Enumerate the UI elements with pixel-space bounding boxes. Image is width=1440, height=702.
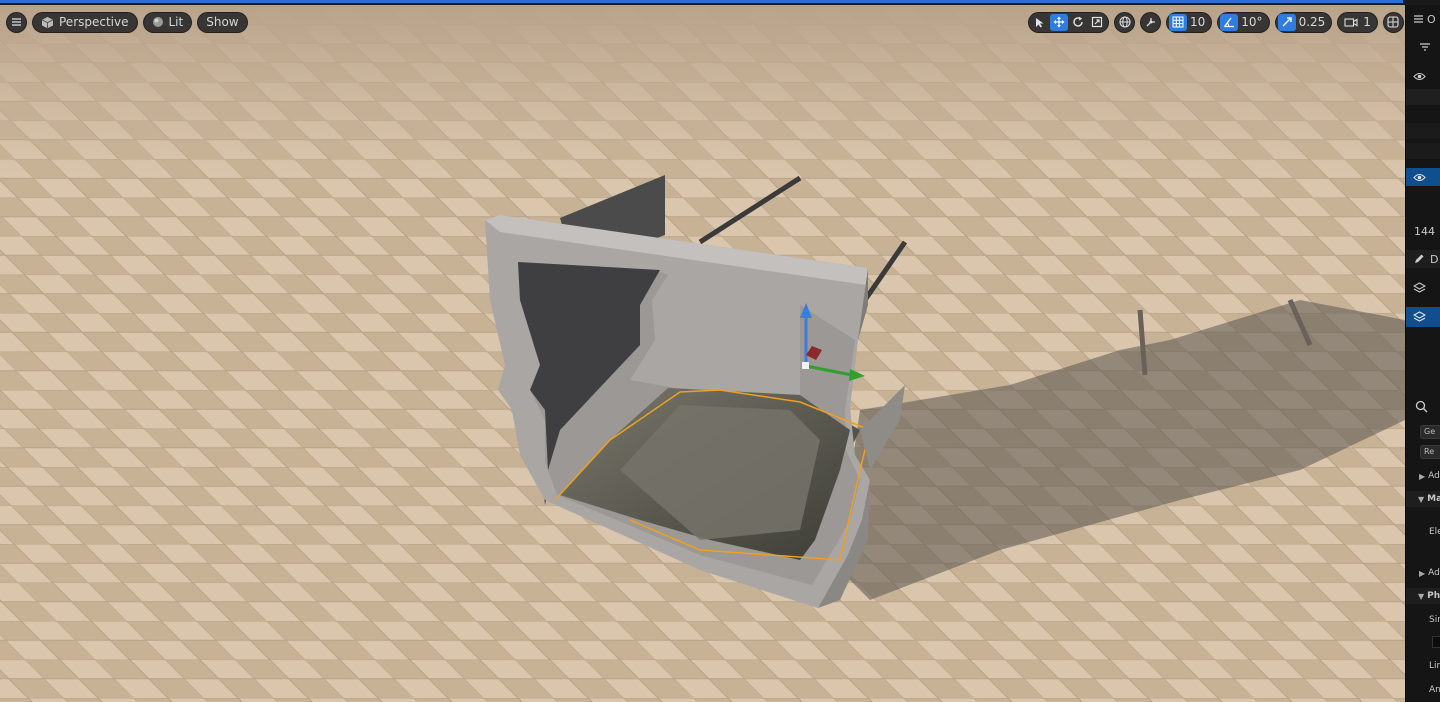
pencil-icon	[1413, 253, 1425, 265]
rotation-snap-group: 10°	[1217, 11, 1270, 33]
outliner-row[interactable]	[1406, 143, 1440, 159]
view-mode-button[interactable]: Perspective	[32, 11, 138, 33]
maximize-icon	[1387, 16, 1399, 28]
world-icon	[1118, 16, 1131, 28]
details-search-row[interactable]	[1406, 397, 1440, 415]
show-button[interactable]: Show	[197, 11, 248, 33]
camera-speed-button[interactable]: 1	[1337, 11, 1378, 33]
scale-icon	[1091, 16, 1103, 28]
angle-icon	[1223, 16, 1235, 28]
layers-icon	[1413, 282, 1426, 294]
view-mode-label: Perspective	[59, 15, 129, 29]
expand-arrow-icon: ▶	[1419, 568, 1426, 578]
category-label: Ph	[1427, 591, 1440, 601]
select-arrow-icon	[1035, 17, 1045, 28]
details-property-row: An	[1406, 682, 1440, 698]
surface-snap-icon	[1145, 16, 1157, 28]
details-property-row: Ele	[1406, 524, 1440, 540]
coordinate-space-button[interactable]	[1114, 11, 1135, 33]
outliner-row-selected[interactable]	[1406, 168, 1440, 186]
expand-arrow-icon: ▶	[1419, 471, 1426, 481]
details-header: D	[1406, 250, 1440, 268]
lighting-mode-button[interactable]: Lit	[142, 11, 193, 33]
maximize-viewport-button[interactable]	[1382, 11, 1404, 33]
details-category-row[interactable]: ▶ Ad	[1406, 565, 1440, 581]
lighting-mode-label: Lit	[168, 15, 184, 29]
search-icon	[1415, 400, 1428, 413]
sphere-icon	[152, 16, 164, 28]
hamburger-menu-icon	[11, 17, 22, 27]
translate-mode-button[interactable]	[1050, 13, 1068, 31]
outliner-tab-label[interactable]: O	[1427, 13, 1436, 26]
rotate-mode-button[interactable]	[1069, 14, 1087, 31]
category-label: Ma	[1427, 494, 1440, 504]
rotation-snap-toggle[interactable]	[1220, 13, 1239, 31]
scale-snap-toggle[interactable]	[1277, 13, 1296, 31]
eye-icon	[1413, 72, 1426, 81]
component-row[interactable]	[1406, 279, 1440, 297]
property-label: An	[1429, 685, 1440, 695]
grid-snap-group: 10	[1166, 11, 1213, 33]
viewport-left-toolbar: Perspective Lit Show	[6, 11, 248, 33]
outliner-column-header	[1406, 67, 1440, 85]
transform-mode-group	[1028, 11, 1109, 33]
outliner-row[interactable]	[1406, 123, 1440, 139]
translate-icon	[1053, 16, 1065, 28]
grid-snap-toggle[interactable]	[1169, 13, 1187, 31]
collapse-arrow-icon: ▼	[1418, 494, 1425, 504]
viewport-menu-button[interactable]	[6, 11, 27, 33]
outliner-header: O	[1406, 11, 1440, 27]
details-category-row[interactable]: ▼ Ph	[1406, 588, 1440, 604]
outliner-list-icon	[1413, 14, 1424, 24]
grid-icon	[1172, 16, 1184, 28]
rotate-icon	[1072, 16, 1084, 28]
viewport-scene[interactable]	[0, 5, 1405, 702]
eye-icon[interactable]	[1413, 173, 1426, 182]
select-mode-button[interactable]	[1031, 14, 1049, 31]
details-category-row[interactable]: ▼ Ma	[1406, 491, 1440, 507]
scale-snap-group: 0.25	[1274, 11, 1333, 33]
collapse-arrow-icon: ▼	[1418, 591, 1425, 601]
viewport-right-toolbar: 10 10° 0.25 1	[1028, 11, 1404, 33]
category-label: Ad	[1428, 568, 1440, 578]
general-filter-button[interactable]: Ge	[1420, 425, 1440, 439]
layers-icon	[1413, 311, 1426, 323]
actor-count-text: 144	[1414, 224, 1435, 238]
outliner-row[interactable]	[1406, 89, 1440, 105]
outliner-filter-row[interactable]	[1406, 39, 1440, 55]
property-checkbox[interactable]	[1432, 636, 1440, 648]
scale-snap-value[interactable]: 0.25	[1297, 15, 1330, 29]
property-label: Ele	[1429, 527, 1440, 537]
details-property-row: Lin	[1406, 658, 1440, 674]
right-side-panel: O 144 D Ge Re ▶ Ad ▼ Ma Ele ▶ Ad ▼	[1405, 5, 1440, 702]
show-label: Show	[206, 15, 239, 29]
rotation-snap-value[interactable]: 10°	[1239, 15, 1266, 29]
component-row-selected[interactable]	[1406, 307, 1440, 327]
actor-count-row: 144	[1406, 223, 1440, 239]
details-category-row[interactable]: ▶ Ad	[1406, 468, 1440, 484]
cube-icon	[41, 16, 54, 29]
camera-speed-value: 1	[1363, 15, 1371, 29]
scale-mode-button[interactable]	[1088, 14, 1106, 31]
scale-snap-icon	[1281, 16, 1293, 28]
property-label: Lin	[1429, 661, 1440, 671]
surface-snapping-button[interactable]	[1140, 11, 1161, 33]
category-label: Ad	[1428, 471, 1440, 481]
details-tab-label[interactable]: D	[1430, 253, 1438, 266]
property-label: Sin	[1429, 615, 1440, 625]
rendering-filter-button[interactable]: Re	[1420, 445, 1440, 459]
filter-icon	[1419, 42, 1431, 52]
details-property-row: Sin	[1406, 612, 1440, 628]
level-viewport[interactable]: Perspective Lit Show 10 10° 0.25 1	[0, 5, 1405, 702]
grid-snap-value[interactable]: 10	[1188, 15, 1209, 29]
checkbox-row[interactable]	[1406, 635, 1440, 649]
camera-icon	[1344, 17, 1358, 28]
active-tab-accent	[0, 0, 1403, 3]
